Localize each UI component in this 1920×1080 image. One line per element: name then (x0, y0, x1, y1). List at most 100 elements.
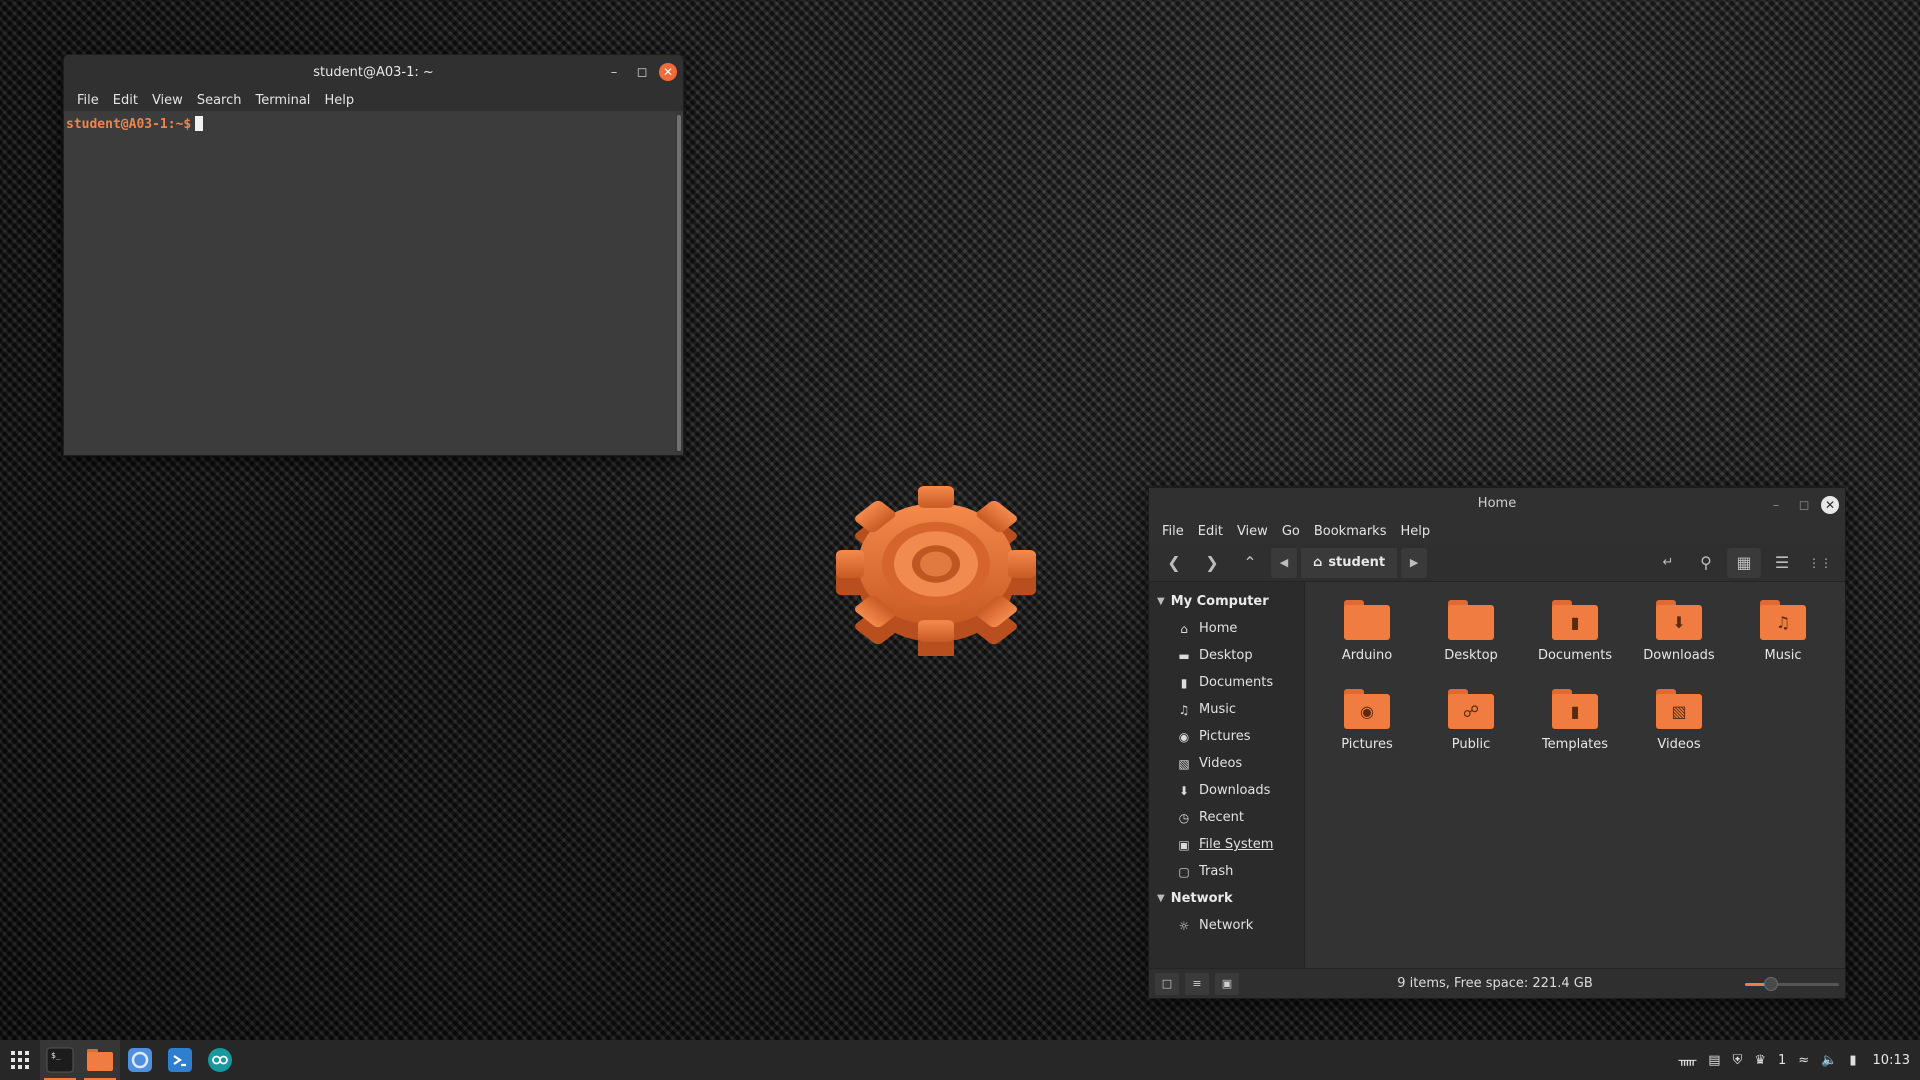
zoom-slider[interactable] (1745, 976, 1839, 991)
close-icon[interactable]: ✕ (659, 63, 677, 81)
taskbar-browser[interactable] (120, 1040, 160, 1080)
file-manager-window-controls: – ◻ ✕ (1765, 488, 1839, 522)
shell-prompt: student@A03-1:~$ (66, 117, 192, 132)
minimize-icon[interactable]: – (603, 61, 625, 83)
folder-arduino[interactable]: Arduino (1315, 594, 1419, 663)
trash-icon: ▢ (1178, 864, 1190, 879)
folder-templates-icon: ▮ (1552, 689, 1598, 729)
sidebar-item-label: File System (1199, 837, 1274, 852)
sidebar-item-pictures[interactable]: ◉ Pictures (1149, 723, 1304, 750)
back-arrow-icon[interactable]: ❮ (1157, 548, 1191, 578)
menu-file[interactable]: File (70, 93, 106, 108)
folder-pictures[interactable]: ◉ Pictures (1315, 683, 1419, 752)
zoom-knob[interactable] (1763, 976, 1778, 991)
menu-view[interactable]: View (145, 93, 190, 108)
taskbar-vscode[interactable] (160, 1040, 200, 1080)
clock-icon: ◷ (1178, 810, 1190, 825)
clipboard-icon[interactable]: ▤ (1708, 1053, 1720, 1068)
terminal-window[interactable]: student@A03-1: ~ – ◻ ✕ File Edit View Se… (63, 54, 684, 456)
file-manager-statusbar: □ ≡ ▣ 9 items, Free space: 221.4 GB (1149, 968, 1845, 998)
menu-go[interactable]: Go (1275, 524, 1307, 539)
terminal-menubar: File Edit View Search Terminal Help (64, 89, 683, 111)
show-tree-icon[interactable]: ≡ (1185, 972, 1209, 995)
folder-templates[interactable]: ▮ Templates (1523, 683, 1627, 752)
sidebar-item-music[interactable]: ♫ Music (1149, 696, 1304, 723)
compact-view-icon[interactable]: ⋮⋮ (1803, 548, 1837, 578)
folder-content-area[interactable]: Arduino Desktop ▮ Documents ⬇ Downloads … (1305, 582, 1845, 968)
sidebar-item-trash[interactable]: ▢ Trash (1149, 858, 1304, 885)
show-places-icon[interactable]: □ (1155, 972, 1179, 995)
minimize-icon[interactable]: – (1765, 494, 1787, 516)
battery-icon[interactable]: ▮ (1849, 1053, 1856, 1068)
breadcrumb[interactable]: ⌂ student (1301, 547, 1398, 578)
search-icon[interactable]: ⚲ (1689, 548, 1723, 578)
terminal-titlebar[interactable]: student@A03-1: ~ – ◻ ✕ (64, 55, 683, 89)
home-icon: ⌂ (1180, 621, 1188, 636)
up-arrow-icon[interactable]: ⌃ (1233, 548, 1267, 578)
forward-arrow-icon[interactable]: ❯ (1195, 548, 1229, 578)
taskbar-arduino[interactable] (200, 1040, 240, 1080)
location-toggle-icon[interactable]: ↵ (1651, 548, 1685, 578)
notifications-icon[interactable]: ♛ (1754, 1053, 1766, 1068)
file-manager-titlebar[interactable]: Home – ◻ ✕ (1149, 488, 1845, 518)
camera-icon: ◉ (1178, 729, 1190, 744)
folder-documents[interactable]: ▮ Documents (1523, 594, 1627, 663)
breadcrumb-right-icon[interactable]: ▶ (1401, 547, 1428, 578)
folder-music[interactable]: ♫ Music (1731, 594, 1835, 663)
icon-view-icon[interactable]: ▦ (1727, 547, 1761, 578)
sidebar-section-my-computer[interactable]: ▼ My Computer (1149, 588, 1304, 615)
arduino-icon (208, 1048, 232, 1072)
desktop-gear-logo (836, 486, 1036, 656)
music-icon: ♫ (1178, 702, 1190, 717)
desktop-icon: ▬ (1178, 648, 1190, 663)
film-icon: ▧ (1178, 756, 1190, 771)
sidebar-item-label: Trash (1199, 864, 1234, 879)
terminal-output[interactable]: student@A03-1:~$ (64, 111, 675, 455)
sidebar-item-documents[interactable]: ▮ Documents (1149, 669, 1304, 696)
list-view-icon[interactable]: ☰ (1765, 548, 1799, 578)
menu-help[interactable]: Help (1393, 524, 1437, 539)
folder-videos[interactable]: ▧ Videos (1627, 683, 1731, 752)
sidebar-item-videos[interactable]: ▧ Videos (1149, 750, 1304, 777)
menu-help[interactable]: Help (317, 93, 361, 108)
sidebar-item-recent[interactable]: ◷ Recent (1149, 804, 1304, 831)
clock[interactable]: 10:13 (1873, 1053, 1910, 1068)
app-menu-button[interactable] (0, 1040, 40, 1080)
menu-file[interactable]: File (1155, 524, 1191, 539)
menu-terminal[interactable]: Terminal (248, 93, 317, 108)
wifi-icon[interactable]: ≈ (1798, 1053, 1809, 1068)
breadcrumb-left-icon[interactable]: ◀ (1271, 547, 1297, 578)
folder-public[interactable]: ☍ Public (1419, 683, 1523, 752)
file-manager-window[interactable]: Home – ◻ ✕ File Edit View Go Bookmarks H… (1148, 487, 1846, 999)
bluetooth-icon[interactable]: ᚅ (1678, 1053, 1696, 1068)
shield-icon[interactable]: ⛨ (1733, 1053, 1743, 1068)
sidebar-item-network[interactable]: ☼ Network (1149, 912, 1304, 939)
sidebar-item-downloads[interactable]: ⬇ Downloads (1149, 777, 1304, 804)
terminal-icon: $_ (46, 1047, 74, 1073)
maximize-icon[interactable]: ◻ (631, 61, 653, 83)
maximize-icon[interactable]: ◻ (1793, 494, 1815, 516)
menu-bookmarks[interactable]: Bookmarks (1307, 524, 1394, 539)
menu-edit[interactable]: Edit (106, 93, 145, 108)
sidebar-section-network[interactable]: ▼ Network (1149, 885, 1304, 912)
menu-search[interactable]: Search (190, 93, 249, 108)
folder-downloads[interactable]: ⬇ Downloads (1627, 594, 1731, 663)
system-tray: ᚅ ▤ ⛨ ♛ 1 ≈ 🔈 ▮ 10:13 (1678, 1040, 1910, 1080)
taskbar-files[interactable] (80, 1040, 120, 1080)
sidebar-item-desktop[interactable]: ▬ Desktop (1149, 642, 1304, 669)
volume-icon[interactable]: 🔈 (1821, 1053, 1837, 1068)
close-icon[interactable]: ✕ (1821, 496, 1839, 514)
taskbar: $_ ᚅ ▤ ⛨ ♛ 1 ≈ 🔈 ▮ 10:13 (0, 1040, 1920, 1080)
text-cursor (195, 116, 204, 131)
sidebar-item-file-system[interactable]: ▣ File System (1149, 831, 1304, 858)
folder-desktop[interactable]: Desktop (1419, 594, 1523, 663)
hide-sidebar-icon[interactable]: ▣ (1215, 972, 1239, 995)
terminal-scrollbar[interactable] (677, 115, 681, 451)
sidebar-item-label: Documents (1199, 675, 1274, 690)
sidebar-item-home[interactable]: ⌂ Home (1149, 615, 1304, 642)
menu-view[interactable]: View (1230, 524, 1275, 539)
taskbar-terminal[interactable]: $_ (40, 1040, 80, 1080)
file-manager-title: Home (1477, 495, 1517, 511)
menu-edit[interactable]: Edit (1191, 524, 1230, 539)
status-text: 9 items, Free space: 221.4 GB (1397, 976, 1593, 991)
